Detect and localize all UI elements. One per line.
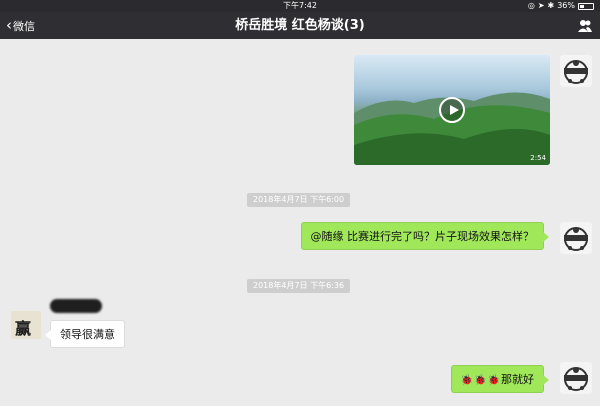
battery-icon [578,2,594,10]
battery-fill [580,4,584,8]
other-avatar[interactable]: 赢 [11,311,41,339]
emoji-icon: 🐞 [474,375,487,386]
timestamp: 2018年4月7日 下午6:00 [247,193,351,207]
sender-name-redacted [50,299,102,313]
my-avatar[interactable] [560,362,592,394]
film-reel-logo-icon [564,60,588,84]
emoji-icon: 🐞 [487,375,500,386]
chat-title: 桥岳胜境 红色杨谈(3) [235,18,365,33]
video-duration: 2:54 [530,154,546,162]
status-bar: 下午7:42 ◎ ➤ ✱ 36% [0,0,600,12]
film-reel-logo-icon [564,227,588,251]
status-right-group: ◎ ➤ ✱ 36% [528,0,594,12]
rotation-lock-icon: ◎ [527,1,535,10]
emoji-icon: 🐞 [460,375,474,386]
play-icon[interactable] [439,97,465,123]
bluetooth-icon: ✱ [547,1,555,10]
group-members-icon[interactable] [578,19,592,32]
my-avatar[interactable] [560,55,592,87]
avatar-calligraphy: 赢 [15,319,32,338]
timestamp: 2018年4月7日 下午6:36 [247,279,351,293]
video-message[interactable]: 2:54 [354,55,550,165]
location-icon: ➤ [537,1,545,10]
my-message-bubble[interactable]: @随缘 比赛进行完了吗？片子现场效果怎样？ [300,222,549,250]
my-avatar[interactable] [560,222,592,254]
film-reel-logo-icon [564,367,588,391]
nav-bar: ‹ 微信 桥岳胜境 红色杨谈(3) [0,12,600,39]
battery-percent: 36% [557,1,575,10]
status-time: 下午7:42 [283,1,317,10]
message-text: 那就好 [501,373,534,386]
other-message-bubble[interactable]: 领导很满意 [45,320,125,348]
my-message-bubble[interactable]: 🐞🐞🐞那就好 [450,365,550,393]
